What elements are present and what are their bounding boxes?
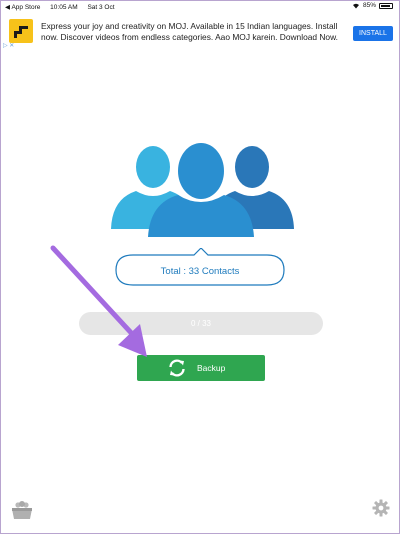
gear-icon[interactable]	[372, 499, 390, 517]
status-date: Sat 3 Oct	[87, 4, 115, 11]
status-bar: ◀ App Store 10:05 AM Sat 3 Oct 85%	[1, 1, 399, 13]
backup-progress-bar: 0 / 33	[79, 312, 323, 335]
wifi-icon	[352, 3, 359, 9]
backup-label: Backup	[197, 363, 226, 373]
backup-button[interactable]: Backup	[137, 355, 265, 381]
status-time: 10:05 AM	[50, 4, 78, 11]
contacts-group-icon	[111, 143, 294, 237]
contacts-box-icon[interactable]	[11, 500, 33, 520]
app-screen: ◀ App Store 10:05 AM Sat 3 Oct 85% Expre…	[0, 0, 400, 534]
sync-icon	[169, 359, 185, 377]
battery-icon	[379, 2, 393, 9]
ad-banner[interactable]: Express your joy and creativity on MOJ. …	[1, 13, 399, 53]
total-contacts-label: Total : 33 Contacts	[160, 266, 240, 277]
moj-logo-icon	[9, 19, 33, 43]
total-contacts-bubble: Total : 33 Contacts	[113, 248, 287, 288]
ad-choices-icon[interactable]: ▷ ✕	[3, 42, 14, 49]
back-to-app-store[interactable]: ◀ App Store	[5, 4, 40, 11]
battery-fill	[381, 4, 390, 7]
battery-percentage: 85%	[362, 2, 376, 9]
ad-text: Express your joy and creativity on MOJ. …	[41, 21, 338, 42]
install-button[interactable]: INSTALL	[353, 26, 393, 41]
